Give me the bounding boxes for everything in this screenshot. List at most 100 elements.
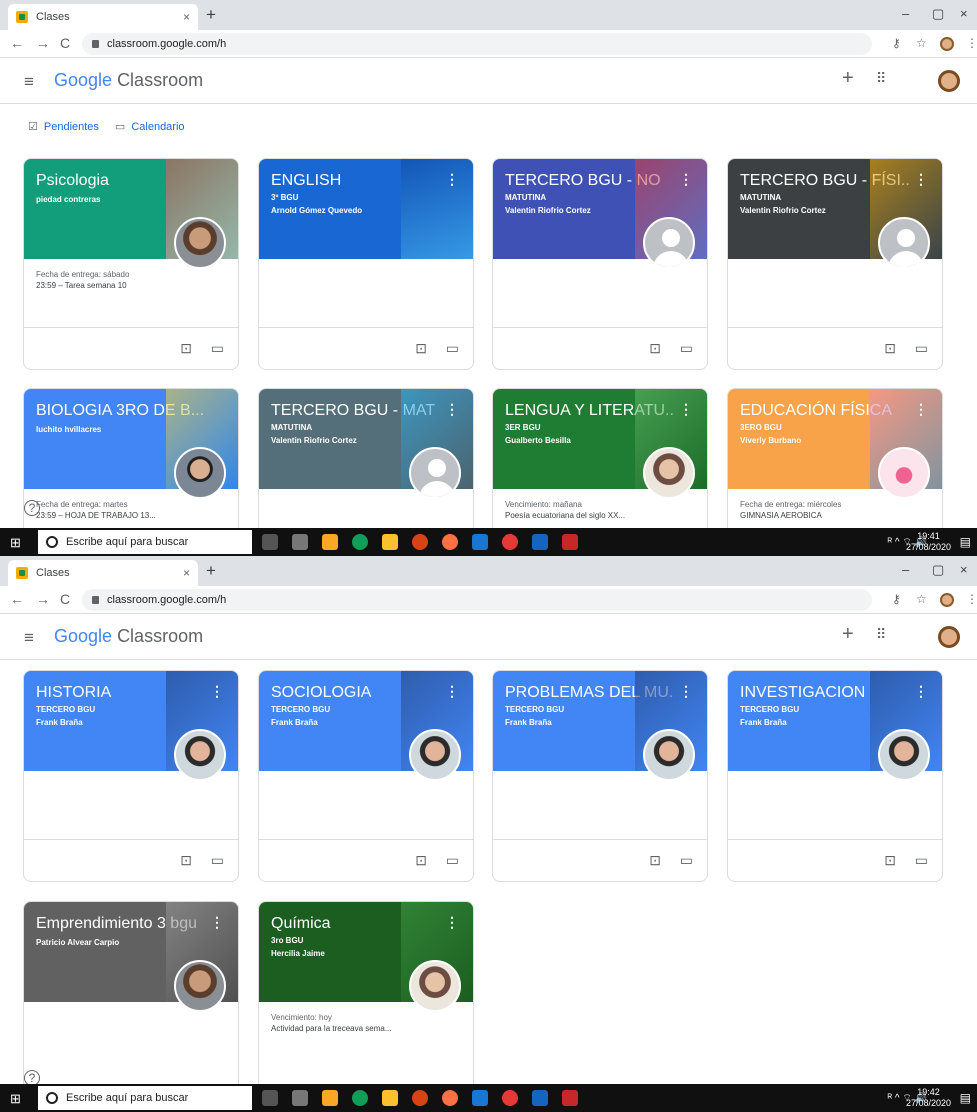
class-card[interactable]: Emprendimiento 3 bgu Patricio Alvear Car… <box>23 901 239 1112</box>
tab-close-icon[interactable]: × <box>183 566 190 580</box>
folder-icon[interactable]: ▭ <box>211 340 224 357</box>
star-icon[interactable]: ☆ <box>916 592 927 606</box>
firefox-icon[interactable] <box>442 534 458 550</box>
file-explorer-icon[interactable] <box>382 1090 398 1106</box>
new-tab-button[interactable]: + <box>206 5 216 25</box>
class-card[interactable]: INVESTIGACION TERCERO BGU Frank Braña ⋮ … <box>727 670 943 882</box>
hamburger-menu-icon[interactable]: ≡ <box>24 628 34 648</box>
mic-icon[interactable] <box>262 1090 278 1106</box>
store-icon[interactable] <box>322 1090 338 1106</box>
browser-tab[interactable]: Clases × <box>8 4 198 30</box>
task-view-icon[interactable] <box>292 1090 308 1106</box>
file-explorer-icon[interactable] <box>382 534 398 550</box>
notification-icon[interactable]: ▤ <box>960 1091 971 1105</box>
powerpoint-icon[interactable] <box>412 1090 428 1106</box>
back-arrow-icon[interactable]: ← <box>10 35 24 51</box>
assignments-icon[interactable]: ⊡ <box>415 852 427 869</box>
minimize-button[interactable]: – <box>902 6 909 21</box>
folder-icon[interactable]: ▭ <box>211 852 224 869</box>
assignment-link[interactable]: Poesía ecuatoriana del siglo XX... <box>505 510 695 521</box>
url-field[interactable]: classroom.google.com/h <box>82 589 872 611</box>
card-menu-icon[interactable]: ⋮ <box>210 914 224 931</box>
assignments-icon[interactable]: ⊡ <box>180 852 192 869</box>
folder-icon[interactable]: ▭ <box>915 340 928 357</box>
class-card[interactable]: TERCERO BGU - FÍSI... MATUTINA Valentin … <box>727 158 943 370</box>
card-menu-icon[interactable]: ⋮ <box>210 683 224 700</box>
help-icon[interactable]: ? <box>24 500 40 516</box>
profile-avatar[interactable] <box>940 593 954 607</box>
card-header[interactable]: ENGLISH 3º BGU Arnold Gómez Quevedo ⋮ <box>259 159 473 259</box>
class-card[interactable]: PROBLEMAS DEL MU... TERCERO BGU Frank Br… <box>492 670 708 882</box>
assignments-icon[interactable]: ⊡ <box>649 340 661 357</box>
card-menu-icon[interactable]: ⋮ <box>445 683 459 700</box>
folder-icon[interactable]: ▭ <box>680 340 693 357</box>
assignment-link[interactable]: Actividad para la treceava sema... <box>271 1023 461 1034</box>
classroom-logo[interactable]: Google Classroom <box>54 70 203 91</box>
assignment-link[interactable]: GIMNASIA AEROBICA <box>740 510 930 521</box>
folder-icon[interactable]: ▭ <box>446 340 459 357</box>
class-card[interactable]: Psicologia piedad contreras Fecha de ent… <box>23 158 239 370</box>
class-card[interactable]: Química 3ro BGU Hercilia Jaime ⋮ Vencimi… <box>258 901 474 1112</box>
notification-icon[interactable]: ▤ <box>960 535 971 549</box>
account-avatar[interactable] <box>938 626 960 648</box>
key-icon[interactable]: ⚷ <box>892 592 901 606</box>
pendientes-link[interactable]: ☑ Pendientes <box>28 120 99 133</box>
apps-grid-icon[interactable]: ⠿ <box>876 70 886 87</box>
tab-close-icon[interactable]: × <box>183 10 190 24</box>
acrobat-icon[interactable] <box>562 1090 578 1106</box>
profile-avatar[interactable] <box>940 37 954 51</box>
card-menu-icon[interactable]: ⋮ <box>445 401 459 418</box>
assignment-link[interactable]: 23:59 – Tarea semana 10 <box>36 280 226 291</box>
reload-icon[interactable]: C <box>60 35 70 51</box>
add-class-button[interactable]: + <box>842 67 854 90</box>
card-menu-icon[interactable]: ⋮ <box>445 171 459 188</box>
apps-grid-icon[interactable]: ⠿ <box>876 626 886 643</box>
assignments-icon[interactable]: ⊡ <box>884 340 896 357</box>
card-menu-icon[interactable]: ⋮ <box>914 171 928 188</box>
powerpoint-icon[interactable] <box>412 534 428 550</box>
folder-icon[interactable]: ▭ <box>915 852 928 869</box>
folder-icon[interactable]: ▭ <box>680 852 693 869</box>
taskbar-search[interactable]: Escribe aquí para buscar <box>38 530 252 554</box>
hamburger-menu-icon[interactable]: ≡ <box>24 72 34 92</box>
card-menu-icon[interactable]: ⋮ <box>914 683 928 700</box>
windows-start-icon[interactable]: ⊞ <box>10 1091 21 1107</box>
assignments-icon[interactable]: ⊡ <box>649 852 661 869</box>
store-icon[interactable] <box>322 534 338 550</box>
edge-icon[interactable] <box>352 534 368 550</box>
firefox-icon[interactable] <box>442 1090 458 1106</box>
class-card[interactable]: HISTORIA TERCERO BGU Frank Braña ⋮ ⊡ ▭ <box>23 670 239 882</box>
word-icon[interactable] <box>532 1090 548 1106</box>
close-window-button[interactable]: × <box>960 562 968 577</box>
card-menu-icon[interactable]: ⋮ <box>679 401 693 418</box>
edge-icon[interactable] <box>352 1090 368 1106</box>
menu-kebab-icon[interactable]: ⋮ <box>966 592 977 606</box>
browser-tab[interactable]: Clases × <box>8 560 198 586</box>
assignment-link[interactable]: 23:59 – HOJA DE TRABAJO 13... <box>36 510 226 521</box>
folder-icon[interactable]: ▭ <box>446 852 459 869</box>
minimize-button[interactable]: – <box>902 562 909 577</box>
word-icon[interactable] <box>532 534 548 550</box>
taskbar-clock[interactable]: 19:41 27/08/2020 <box>906 531 951 553</box>
class-card[interactable]: ENGLISH 3º BGU Arnold Gómez Quevedo ⋮ ⊡ … <box>258 158 474 370</box>
add-class-button[interactable]: + <box>842 623 854 646</box>
task-view-icon[interactable] <box>292 534 308 550</box>
calendario-link[interactable]: ▭ Calendario <box>115 120 185 133</box>
taskbar-search[interactable]: Escribe aquí para buscar <box>38 1086 252 1110</box>
star-icon[interactable]: ☆ <box>916 36 927 50</box>
assignments-icon[interactable]: ⊡ <box>884 852 896 869</box>
maximize-button[interactable]: ▢ <box>932 6 944 22</box>
mail-icon[interactable] <box>472 1090 488 1106</box>
chrome-icon[interactable] <box>502 534 518 550</box>
back-arrow-icon[interactable]: ← <box>10 591 24 607</box>
close-window-button[interactable]: × <box>960 6 968 21</box>
menu-kebab-icon[interactable]: ⋮ <box>966 36 977 50</box>
chrome-icon[interactable] <box>502 1090 518 1106</box>
key-icon[interactable]: ⚷ <box>892 36 901 50</box>
forward-arrow-icon[interactable]: → <box>36 591 50 607</box>
card-menu-icon[interactable]: ⋮ <box>914 401 928 418</box>
assignments-icon[interactable]: ⊡ <box>415 340 427 357</box>
account-avatar[interactable] <box>938 70 960 92</box>
url-field[interactable]: classroom.google.com/h <box>82 33 872 55</box>
mail-icon[interactable] <box>472 534 488 550</box>
